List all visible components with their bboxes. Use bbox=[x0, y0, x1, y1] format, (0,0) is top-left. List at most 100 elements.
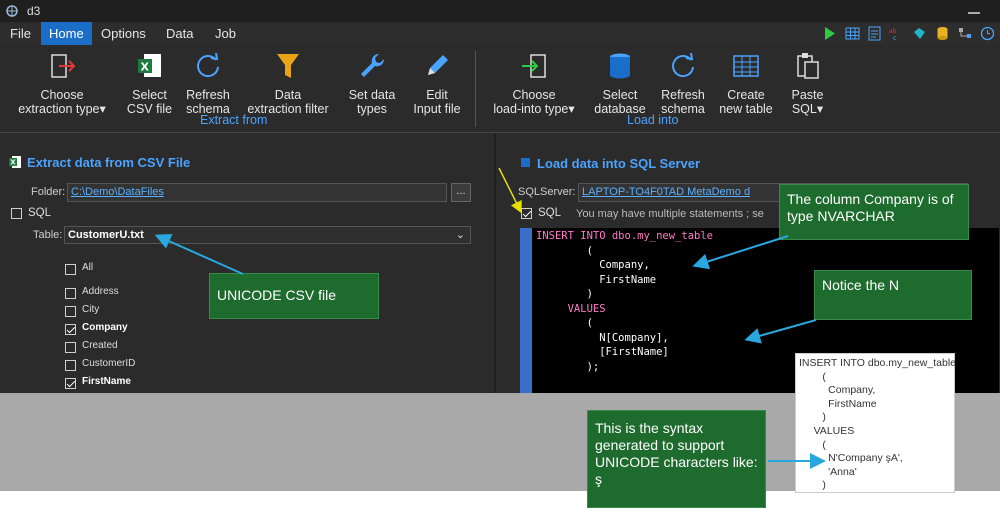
select-database-line1: Select bbox=[602, 88, 638, 102]
filter-icon bbox=[277, 54, 299, 78]
set-data-types-line1: Set data bbox=[348, 88, 396, 102]
column-label: Company bbox=[82, 322, 128, 333]
data-extraction-filter-line1: Data bbox=[274, 88, 302, 102]
column-checkbox[interactable] bbox=[65, 324, 76, 335]
column-label: FirstName bbox=[82, 376, 131, 387]
svg-text:ab: ab bbox=[889, 28, 897, 35]
column-label: CustomerID bbox=[82, 358, 136, 369]
select-csv-file-line1: Select bbox=[132, 88, 167, 102]
sql-checkbox-load[interactable] bbox=[521, 208, 532, 219]
spell-icon[interactable]: abc bbox=[889, 26, 904, 41]
code-line: ); bbox=[536, 360, 600, 373]
refresh-schema-load-button[interactable]: Refresh schema bbox=[656, 51, 710, 116]
sample-line: 'Anna' bbox=[799, 465, 857, 478]
sqlserver-label: SQLServer: bbox=[518, 186, 576, 198]
sample-line: ) bbox=[799, 411, 826, 424]
dropdown-arrow-icon: ▾ bbox=[99, 102, 106, 116]
create-new-table-button[interactable]: Create new table bbox=[714, 51, 778, 116]
sqlserver-connection-link[interactable]: LAPTOP-TO4F0TAD MetaDemo d bbox=[582, 186, 750, 198]
database-icon bbox=[610, 53, 630, 79]
chevron-down-icon: ⌄ bbox=[455, 229, 465, 241]
tree-icon[interactable] bbox=[958, 26, 973, 41]
grid-icon[interactable] bbox=[845, 26, 860, 41]
database-icon bbox=[521, 158, 530, 167]
column-label: Address bbox=[82, 286, 119, 297]
choose-extraction-type-button[interactable]: Choose extraction type▾ bbox=[12, 51, 112, 116]
code-line: ) bbox=[536, 288, 593, 300]
data-extraction-filter-button[interactable]: Data extraction filter bbox=[238, 51, 338, 116]
edit-input-file-button[interactable]: Edit Input file bbox=[406, 51, 468, 116]
table-select-value: CustomerU.txt bbox=[68, 229, 144, 241]
paste-sql-button[interactable]: Paste SQL▾ bbox=[785, 51, 830, 116]
callout-unicode-csv: UNICODE CSV file bbox=[209, 273, 379, 319]
table-icon bbox=[733, 55, 759, 77]
database-icon[interactable] bbox=[935, 26, 950, 41]
browse-folder-button[interactable]: ... bbox=[451, 183, 471, 202]
choose-load-into-type-line1: Choose bbox=[512, 88, 556, 102]
load-panel-title: Load data into SQL Server bbox=[537, 156, 701, 171]
code-line: [FirstName] bbox=[536, 346, 669, 358]
callout-company-type: The column Company is of type NVARCHAR bbox=[779, 184, 969, 240]
table-select[interactable]: CustomerU.txt ⌄ bbox=[64, 226, 471, 244]
sample-line: VALUES bbox=[799, 425, 855, 437]
run-icon[interactable] bbox=[822, 26, 837, 41]
form-icon[interactable] bbox=[867, 26, 882, 41]
minimize-button[interactable] bbox=[968, 2, 980, 14]
refresh-schema-load-line1: Refresh bbox=[661, 88, 705, 102]
sample-line: ( bbox=[799, 370, 826, 383]
extract-panel-title: Extract data from CSV File bbox=[27, 155, 191, 170]
app-logo-icon bbox=[6, 5, 18, 17]
code-line: Company, bbox=[536, 259, 650, 271]
editor-gutter bbox=[520, 228, 532, 393]
folder-field[interactable]: C:\Demo\DataFiles bbox=[67, 183, 447, 202]
menu-job[interactable]: Job bbox=[207, 22, 244, 45]
dropdown-arrow-icon: ▾ bbox=[816, 102, 824, 116]
set-data-types-line2: types bbox=[357, 102, 387, 116]
table-label: Table: bbox=[33, 229, 63, 241]
choose-load-into-type-button[interactable]: Choose load-into type▾ bbox=[485, 51, 583, 116]
panel-splitter[interactable] bbox=[494, 134, 496, 393]
menu-home[interactable]: Home bbox=[41, 22, 92, 45]
menu-options[interactable]: Options bbox=[93, 22, 154, 45]
pencil-icon bbox=[428, 55, 448, 75]
import-arrow-icon bbox=[522, 54, 546, 78]
sample-line: ) bbox=[799, 479, 826, 492]
column-checkbox[interactable] bbox=[65, 288, 76, 299]
menu-data[interactable]: Data bbox=[158, 22, 201, 45]
column-checkbox[interactable] bbox=[65, 264, 76, 275]
menu-file[interactable]: File bbox=[2, 22, 39, 45]
code-line: ( bbox=[536, 317, 593, 329]
dropdown-arrow-icon: ▾ bbox=[568, 102, 575, 116]
edit-input-file-line2: Input file bbox=[413, 102, 461, 116]
paste-sql-line1: Paste bbox=[791, 88, 824, 102]
callout-syntax: This is the syntax generated to support … bbox=[587, 410, 766, 508]
column-checkbox[interactable] bbox=[65, 378, 76, 389]
edit-input-file-line1: Edit bbox=[426, 88, 448, 102]
column-checkbox[interactable] bbox=[65, 342, 76, 353]
title-bar: d3 bbox=[0, 0, 1000, 22]
puzzle-icon[interactable] bbox=[912, 26, 927, 41]
column-checkbox[interactable] bbox=[65, 360, 76, 371]
code-line: N[Company], bbox=[536, 331, 669, 344]
sample-line: INSERT INTO dbo.my_new_table bbox=[799, 357, 956, 369]
svg-text:X: X bbox=[140, 61, 149, 74]
window-title: d3 bbox=[27, 4, 41, 18]
ribbon: Choose extraction type▾ X Select CSV fil… bbox=[0, 45, 1000, 133]
select-database-button[interactable]: Select database bbox=[590, 51, 650, 116]
wrench-icon bbox=[361, 53, 385, 77]
set-data-types-button[interactable]: Set data types bbox=[342, 51, 402, 116]
extract-from-group-label: Extract from bbox=[200, 113, 268, 127]
sql-checkbox-extract[interactable] bbox=[11, 208, 22, 219]
folder-label: Folder: bbox=[31, 186, 66, 198]
select-csv-file-line2: CSV file bbox=[126, 102, 173, 116]
clock-icon[interactable] bbox=[980, 26, 995, 41]
column-label: All bbox=[82, 262, 94, 273]
refresh-schema-button[interactable]: Refresh schema bbox=[181, 51, 235, 116]
folder-path-link[interactable]: C:\Demo\DataFiles bbox=[71, 186, 164, 198]
export-arrow-icon bbox=[51, 54, 76, 78]
column-checkbox[interactable] bbox=[65, 306, 76, 317]
svg-text:X: X bbox=[10, 159, 16, 167]
code-line: ( bbox=[536, 244, 593, 257]
code-line: FirstName bbox=[536, 273, 657, 286]
select-csv-file-button[interactable]: X Select CSV file bbox=[122, 51, 177, 116]
